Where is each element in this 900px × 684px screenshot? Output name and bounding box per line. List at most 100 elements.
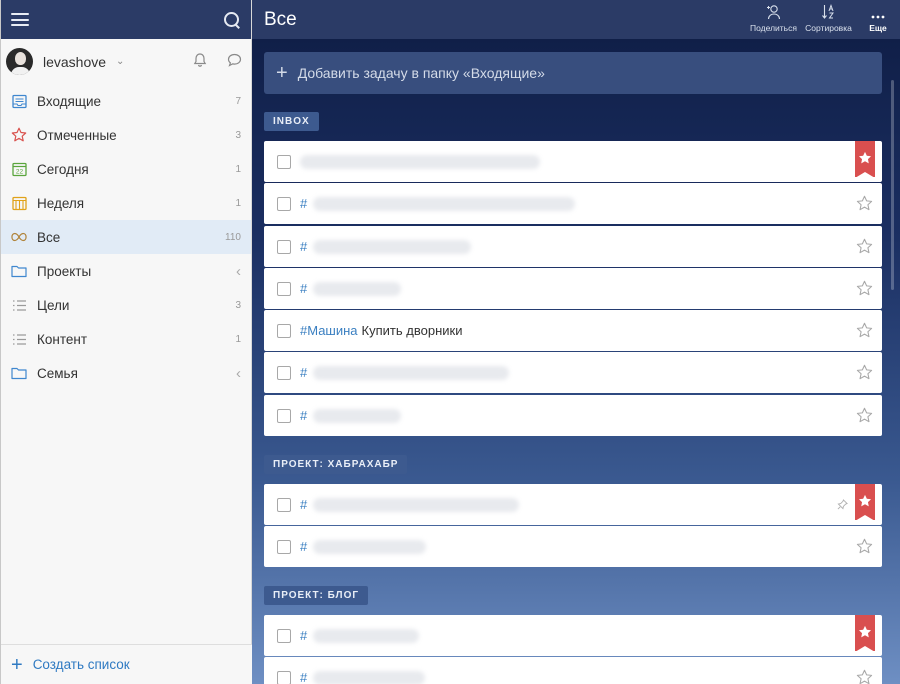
hamburger-menu-icon[interactable] [11,13,29,26]
sort-button[interactable]: Сортировка [801,0,856,39]
inbox-icon [11,93,27,109]
sidebar-item-count: 110 [225,231,241,243]
task-row[interactable]: # [264,352,882,393]
sidebar: levashove ⌄ Входящие 7 Отмеченные 3 22 С… [0,0,252,684]
task-checkbox[interactable] [277,365,291,380]
list-icon [11,297,27,313]
sidebar-item-label: Отмеченные [37,127,117,143]
task-tag[interactable]: # [300,497,307,512]
task-row[interactable]: #Машина Купить дворники [264,310,882,351]
section-label-blog: ПРОЕКТ: БЛОГ [264,586,369,605]
task-row[interactable]: # [264,615,882,656]
sidebar-item-projects[interactable]: Проекты ‹ [1,254,251,288]
chevron-left-icon[interactable]: ‹ [236,365,241,382]
task-row[interactable] [264,141,882,182]
task-tag[interactable]: # [300,408,307,423]
task-row[interactable]: # [264,526,882,567]
star-outline-icon[interactable] [856,195,873,215]
task-text-redacted [313,281,402,296]
calendar-today-icon: 22 [11,161,27,177]
task-row[interactable]: # [264,268,882,309]
scrollbar[interactable] [891,80,894,290]
task-tag[interactable]: # [300,670,307,684]
task-text-redacted [313,239,472,254]
user-menu[interactable]: levashove ⌄ [1,39,251,84]
sidebar-item-count: 7 [235,95,241,107]
create-list-label: Создать список [32,657,130,672]
star-outline-icon[interactable] [856,280,873,300]
create-list-button[interactable]: + Создать список [1,644,252,684]
infinity-icon [11,229,27,245]
sidebar-item-week[interactable]: Неделя 1 [1,186,251,220]
task-checkbox[interactable] [277,323,291,338]
task-checkbox[interactable] [277,670,291,684]
star-flag-icon[interactable] [855,615,875,652]
pin-icon[interactable] [837,498,848,513]
sidebar-item-family[interactable]: Семья ‹ [1,356,251,390]
task-text-redacted [313,539,427,554]
task-text-redacted [313,408,402,423]
task-tag[interactable]: # [300,628,307,643]
sidebar-item-count: 3 [235,129,241,141]
task-tag[interactable]: # [300,196,307,211]
task-text-redacted [313,670,426,684]
sidebar-item-count: 3 [235,299,241,311]
task-row[interactable]: # [264,484,882,525]
sidebar-item-starred[interactable]: Отмеченные 3 [1,118,251,152]
sidebar-item-label: Неделя [37,195,85,211]
task-tag[interactable]: # [300,281,307,296]
sort-az-icon [821,2,837,20]
star-outline-icon[interactable] [856,364,873,384]
task-checkbox[interactable] [277,497,291,512]
calendar-week-icon [11,195,27,211]
plus-icon: + [276,62,288,84]
task-tag[interactable]: # [300,539,307,554]
task-checkbox[interactable] [277,628,291,643]
task-row[interactable]: # [264,226,882,267]
bell-icon[interactable] [192,52,208,71]
chevron-left-icon[interactable]: ‹ [236,263,241,280]
task-tag[interactable]: # [300,365,307,380]
sidebar-item-all[interactable]: Все 110 [1,220,251,254]
task-tag[interactable]: #Машина [300,323,358,338]
sidebar-item-count: 1 [235,163,241,175]
sidebar-item-inbox[interactable]: Входящие 7 [1,84,251,118]
star-flag-icon[interactable] [855,484,875,521]
task-row[interactable]: # [264,657,882,684]
comment-icon[interactable] [226,52,243,71]
plus-icon: + [11,653,23,676]
add-task-input[interactable]: + Добавить задачу в папку «Входящие» [264,52,882,94]
sidebar-item-count: 1 [235,197,241,209]
task-checkbox[interactable] [277,196,291,211]
task-text-redacted [313,196,576,211]
sidebar-item-content[interactable]: Контент 1 [1,322,251,356]
share-button[interactable]: Поделиться [746,0,801,39]
more-button[interactable]: Еще [856,0,900,39]
task-row[interactable]: # [264,183,882,224]
star-outline-icon[interactable] [856,238,873,258]
star-outline-icon[interactable] [856,669,873,684]
task-tag[interactable]: # [300,239,307,254]
task-checkbox[interactable] [277,408,291,423]
task-checkbox[interactable] [277,239,291,254]
sidebar-item-goals[interactable]: Цели 3 [1,288,251,322]
task-checkbox[interactable] [277,539,291,554]
star-outline-icon[interactable] [856,538,873,558]
task-row[interactable]: # [264,395,882,436]
task-checkbox[interactable] [277,281,291,296]
chevron-down-icon[interactable]: ⌄ [116,56,124,67]
section-label-inbox: INBOX [264,112,319,131]
avatar[interactable] [6,48,33,75]
star-outline-icon[interactable] [856,407,873,427]
star-outline-icon[interactable] [856,322,873,342]
task-checkbox[interactable] [277,154,291,169]
username[interactable]: levashove [43,54,106,70]
sidebar-item-label: Все [37,229,61,245]
sidebar-nav: Входящие 7 Отмеченные 3 22 Сегодня 1 Нед… [1,84,251,390]
sidebar-item-label: Семья [37,365,78,381]
star-flag-icon[interactable] [855,141,875,178]
search-icon[interactable] [223,11,241,29]
sidebar-item-today[interactable]: 22 Сегодня 1 [1,152,251,186]
sort-label: Сортировка [805,23,852,33]
main-panel: Все Поделиться Сортировка Еще + Добавить… [252,0,900,684]
